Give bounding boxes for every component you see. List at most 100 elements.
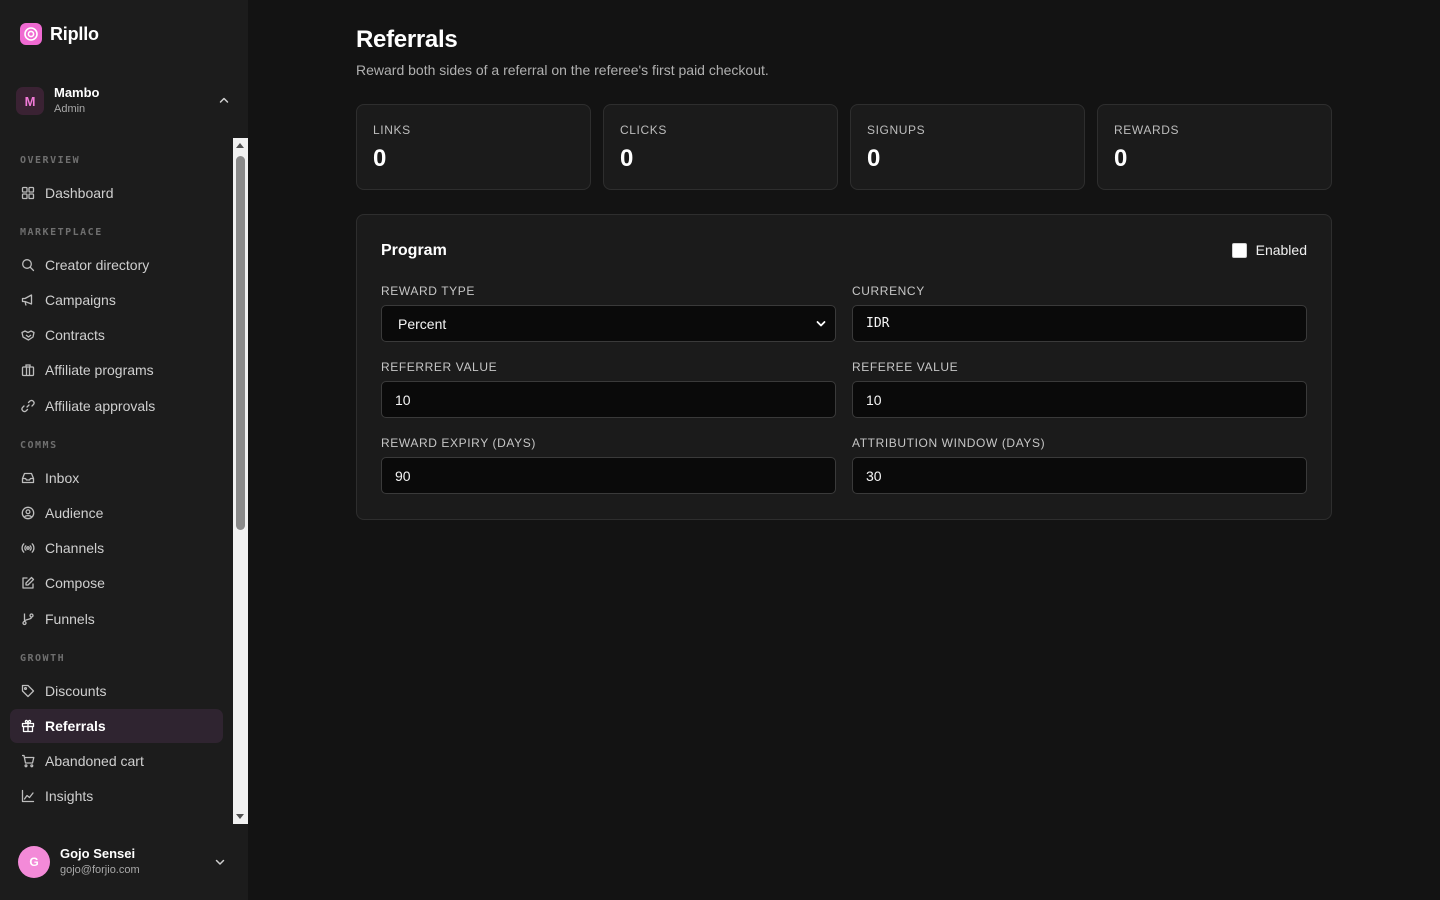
scroll-up-arrow-icon[interactable] xyxy=(236,143,244,148)
reward-type-value: Percent xyxy=(398,315,447,332)
brand[interactable]: Ripllo xyxy=(20,22,99,46)
avatar: G xyxy=(18,846,50,878)
page-title: Referrals xyxy=(356,26,458,53)
edit-icon xyxy=(20,576,35,591)
org-name: Mambo xyxy=(54,85,100,100)
scroll-down-arrow-icon[interactable] xyxy=(236,814,244,819)
chevron-up-icon xyxy=(219,97,229,103)
reward-expiry-value: 90 xyxy=(395,467,411,484)
org-role: Admin xyxy=(54,103,86,115)
sidebar-item-affiliate-approvals[interactable]: Affiliate approvals xyxy=(10,389,223,423)
sidebar-item-affiliate-programs[interactable]: Affiliate programs xyxy=(10,353,223,387)
currency-label: CURRENCY xyxy=(852,284,925,298)
nav-section-comms: COMMS xyxy=(20,440,58,451)
attribution-window-label: ATTRIBUTION WINDOW (DAYS) xyxy=(852,436,1046,450)
page-subtitle: Reward both sides of a referral on the r… xyxy=(356,62,769,78)
chevron-down-icon xyxy=(215,859,225,865)
sidebar-item-label: Referrals xyxy=(45,718,106,734)
attribution-window-value: 30 xyxy=(866,467,882,484)
currency-input[interactable]: IDR xyxy=(852,305,1307,342)
line-chart-icon xyxy=(20,789,35,804)
referrer-value-value: 10 xyxy=(395,391,411,408)
brand-name: Ripllo xyxy=(50,23,99,44)
stat-card-links: LINKS 0 xyxy=(356,104,591,190)
stat-value: 0 xyxy=(373,145,387,172)
referee-value-value: 10 xyxy=(866,391,882,408)
gift-icon xyxy=(20,719,35,734)
chevron-down-icon xyxy=(816,321,826,327)
stat-label: CLICKS xyxy=(620,123,667,137)
referee-value-input[interactable]: 10 xyxy=(852,381,1307,418)
referrer-value-input[interactable]: 10 xyxy=(381,381,836,418)
attribution-window-input[interactable]: 30 xyxy=(852,457,1307,494)
enabled-toggle[interactable]: Enabled xyxy=(1231,242,1307,258)
brand-logo-icon xyxy=(20,23,42,45)
program-title: Program xyxy=(381,242,447,259)
sidebar-item-label: Campaigns xyxy=(45,292,116,308)
sidebar-item-dashboard[interactable]: Dashboard xyxy=(10,176,223,210)
nav-section-overview: OVERVIEW xyxy=(20,155,81,166)
stat-label: LINKS xyxy=(373,123,411,137)
broadcast-icon xyxy=(20,541,35,556)
stat-value: 0 xyxy=(620,145,634,172)
sidebar-nav: OVERVIEW Dashboard MARKETPLACE Creator d… xyxy=(0,138,248,824)
referrer-value-label: REFERRER VALUE xyxy=(381,360,498,374)
sidebar-item-label: Dashboard xyxy=(45,185,114,201)
sidebar-item-label: Compose xyxy=(45,575,105,591)
sidebar-item-referrals[interactable]: Referrals xyxy=(10,709,223,743)
stat-value: 0 xyxy=(1114,145,1128,172)
sidebar-item-label: Contracts xyxy=(45,327,105,343)
user-name: Gojo Sensei xyxy=(60,846,136,861)
sidebar-item-creator-directory[interactable]: Creator directory xyxy=(10,248,223,282)
nav-section-marketplace: MARKETPLACE xyxy=(20,227,103,238)
git-branch-icon xyxy=(20,612,35,627)
sidebar-item-compose[interactable]: Compose xyxy=(10,566,223,600)
link-icon xyxy=(20,399,35,414)
stat-card-rewards: REWARDS 0 xyxy=(1097,104,1332,190)
stat-card-clicks: CLICKS 0 xyxy=(603,104,838,190)
sidebar-item-label: Funnels xyxy=(45,611,95,627)
sidebar-item-abandoned-cart[interactable]: Abandoned cart xyxy=(10,744,223,778)
user-email: gojo@forjio.com xyxy=(60,864,140,876)
sidebar-item-inbox[interactable]: Inbox xyxy=(10,461,223,495)
sidebar-item-label: Inbox xyxy=(45,470,80,486)
stat-label: REWARDS xyxy=(1114,123,1180,137)
cart-icon xyxy=(20,754,35,769)
sidebar-item-campaigns[interactable]: Campaigns xyxy=(10,283,223,317)
scroll-thumb[interactable] xyxy=(236,156,245,530)
sidebar-item-label: Audience xyxy=(45,505,104,521)
enabled-checkbox[interactable] xyxy=(1231,242,1247,258)
stat-card-signups: SIGNUPS 0 xyxy=(850,104,1085,190)
stat-label: SIGNUPS xyxy=(867,123,926,137)
sidebar-item-funnels[interactable]: Funnels xyxy=(10,602,223,636)
reward-expiry-input[interactable]: 90 xyxy=(381,457,836,494)
sidebar-item-label: Abandoned cart xyxy=(45,753,144,769)
reward-expiry-label: REWARD EXPIRY (DAYS) xyxy=(381,436,536,450)
sidebar-scrollbar[interactable] xyxy=(233,138,248,824)
sidebar: Ripllo M Mambo Admin OVERVIEW Dashboard … xyxy=(0,0,248,900)
sidebar-item-insights[interactable]: Insights xyxy=(10,779,223,813)
tag-icon xyxy=(20,684,35,699)
sidebar-item-label: Discounts xyxy=(45,683,107,699)
user-menu[interactable]: G Gojo Sensei gojo@forjio.com xyxy=(18,845,234,879)
referee-value-label: REFEREE VALUE xyxy=(852,360,959,374)
sidebar-item-audience[interactable]: Audience xyxy=(10,496,223,530)
sidebar-item-channels[interactable]: Channels xyxy=(10,531,223,565)
sidebar-item-label: Affiliate approvals xyxy=(45,398,156,414)
sidebar-item-discounts[interactable]: Discounts xyxy=(10,674,223,708)
megaphone-icon xyxy=(20,293,35,308)
enabled-label: Enabled xyxy=(1255,242,1307,258)
stat-value: 0 xyxy=(867,145,881,172)
sidebar-item-label: Creator directory xyxy=(45,257,150,273)
org-avatar: M xyxy=(16,87,44,115)
sidebar-item-contracts[interactable]: Contracts xyxy=(10,318,223,352)
handshake-icon xyxy=(20,328,35,343)
nav-section-growth: GROWTH xyxy=(20,653,66,664)
reward-type-select[interactable]: Percent xyxy=(381,305,836,342)
currency-value: IDR xyxy=(866,316,890,331)
dashboard-icon xyxy=(20,186,35,201)
org-switcher[interactable]: M Mambo Admin xyxy=(16,84,232,118)
sidebar-item-label: Insights xyxy=(45,788,94,804)
reward-type-label: REWARD TYPE xyxy=(381,284,475,298)
user-circle-icon xyxy=(20,506,35,521)
